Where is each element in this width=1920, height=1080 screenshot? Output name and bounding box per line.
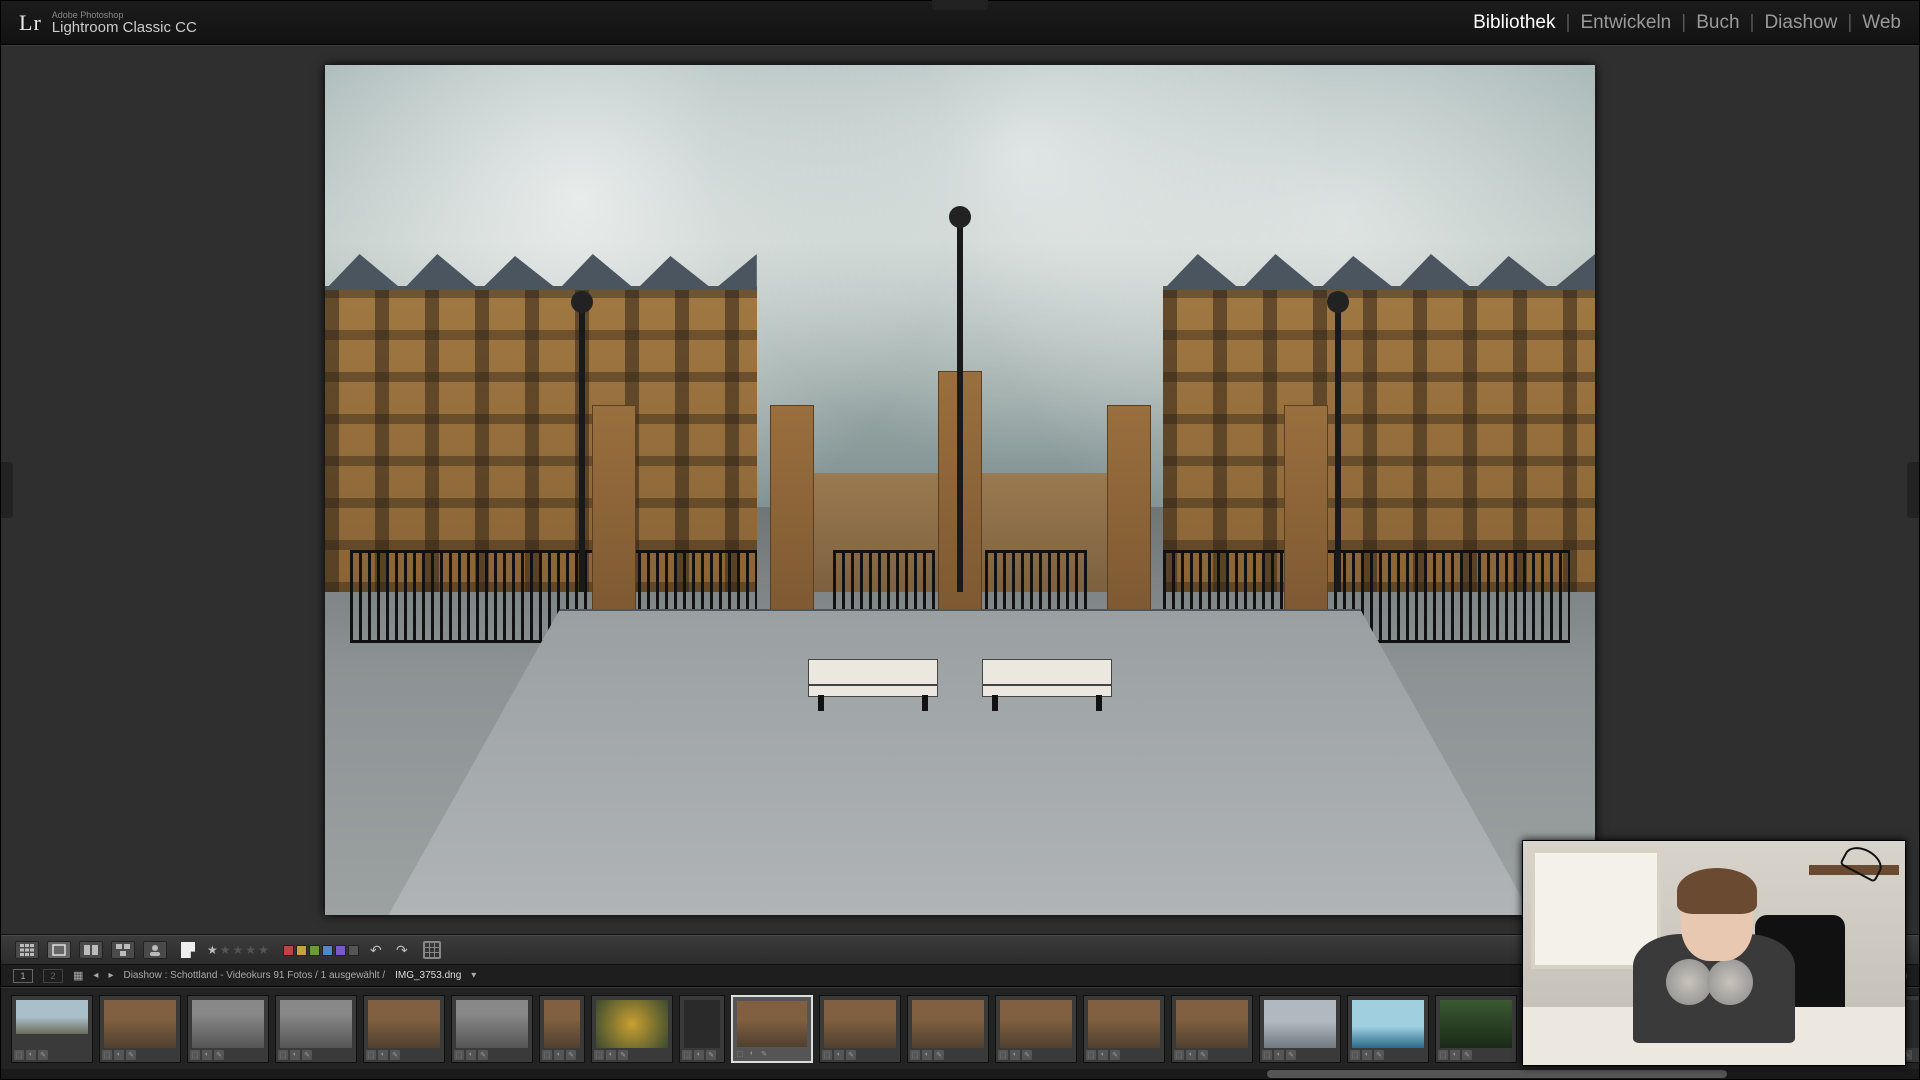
star-3[interactable]: ★: [233, 943, 244, 957]
left-panel-handle[interactable]: [1, 462, 13, 518]
main-photo[interactable]: [325, 65, 1595, 915]
module-web[interactable]: Web: [1862, 12, 1901, 34]
module-buch[interactable]: Buch: [1696, 12, 1739, 34]
filmstrip-scrollbar[interactable]: [1, 1069, 1919, 1079]
thumbnail[interactable]: ⬚◐✎: [99, 995, 181, 1063]
thumbnail[interactable]: ⬚◐✎: [1171, 995, 1253, 1063]
thumbnail[interactable]: ⬚◐✎: [1083, 995, 1165, 1063]
thumbnail[interactable]: ⬚◐✎: [451, 995, 533, 1063]
module-bibliothek[interactable]: Bibliothek: [1473, 12, 1555, 34]
thumbnail[interactable]: ⬚◐✎: [995, 995, 1077, 1063]
loupe-view-button[interactable]: [47, 941, 71, 959]
thumbnail[interactable]: ⬚◐✎: [275, 995, 357, 1063]
star-2[interactable]: ★: [220, 943, 231, 957]
source-breadcrumb[interactable]: Diashow : Schottland - Videokurs 91 Foto…: [123, 970, 385, 981]
thumbnail[interactable]: ⬚◐✎: [819, 995, 901, 1063]
star-1[interactable]: ★: [207, 943, 218, 957]
module-diashow[interactable]: Diashow: [1764, 12, 1837, 34]
top-panel-handle[interactable]: [932, 0, 988, 10]
thumbnail[interactable]: ⬚◐✎: [363, 995, 445, 1063]
nav-fwd-icon[interactable]: ▸: [108, 970, 113, 981]
filmstrip-scroll-thumb[interactable]: [1267, 1070, 1727, 1078]
people-view-button[interactable]: [143, 941, 167, 959]
grid-view-button[interactable]: [15, 941, 39, 959]
main-window-button[interactable]: 1: [13, 969, 33, 983]
filename-menu-icon[interactable]: ▾: [471, 970, 476, 981]
thumbnail[interactable]: ⬚◐✎: [591, 995, 673, 1063]
second-window-button[interactable]: 2: [43, 969, 63, 983]
webcam-overlay: [1522, 840, 1906, 1066]
loupe-viewer[interactable]: [1, 45, 1919, 935]
color-label-3[interactable]: [322, 945, 333, 956]
color-label-0[interactable]: [283, 945, 294, 956]
star-4[interactable]: ★: [245, 943, 256, 957]
rotate-ccw-button[interactable]: ↶: [367, 941, 385, 959]
color-labels[interactable]: [283, 945, 359, 956]
flag-pick-icon[interactable]: [181, 942, 195, 958]
thumbnail[interactable]: ⬚◐✎: [1259, 995, 1341, 1063]
right-panel-handle[interactable]: [1907, 462, 1919, 518]
thumbnail[interactable]: ⬚◐✎: [1435, 995, 1517, 1063]
color-label-5[interactable]: [348, 945, 359, 956]
thumbnail[interactable]: ⬚◐✎: [11, 995, 93, 1063]
survey-view-button[interactable]: [111, 941, 135, 959]
rating-stars[interactable]: ★★★★★: [207, 943, 269, 957]
color-label-1[interactable]: [296, 945, 307, 956]
thumbnail[interactable]: ⬚◐✎: [679, 995, 725, 1063]
thumbnail[interactable]: ⬚◐✎: [187, 995, 269, 1063]
thumbnail[interactable]: ⬚◐✎: [539, 995, 585, 1063]
app-logo-icon: Lr: [19, 10, 42, 36]
module-entwickeln[interactable]: Entwickeln: [1580, 12, 1671, 34]
color-label-2[interactable]: [309, 945, 320, 956]
thumbnail[interactable]: ⬚◐✎: [1347, 995, 1429, 1063]
nav-back-icon[interactable]: ◂: [93, 970, 98, 981]
rotate-cw-button[interactable]: ↷: [393, 941, 411, 959]
compare-view-button[interactable]: [79, 941, 103, 959]
thumbnail[interactable]: ⬚◐✎: [907, 995, 989, 1063]
grid-overlay-button[interactable]: [423, 941, 441, 959]
module-picker: Bibliothek|Entwickeln|Buch|Diashow|Web: [1473, 12, 1901, 34]
brand-name: Lightroom Classic CC: [52, 20, 197, 35]
current-filename: IMG_3753.dng: [395, 970, 461, 981]
color-label-4[interactable]: [335, 945, 346, 956]
grid-small-icon[interactable]: ▦: [73, 969, 83, 982]
thumbnail[interactable]: ⬚◐✎: [731, 995, 813, 1063]
star-5[interactable]: ★: [258, 943, 269, 957]
